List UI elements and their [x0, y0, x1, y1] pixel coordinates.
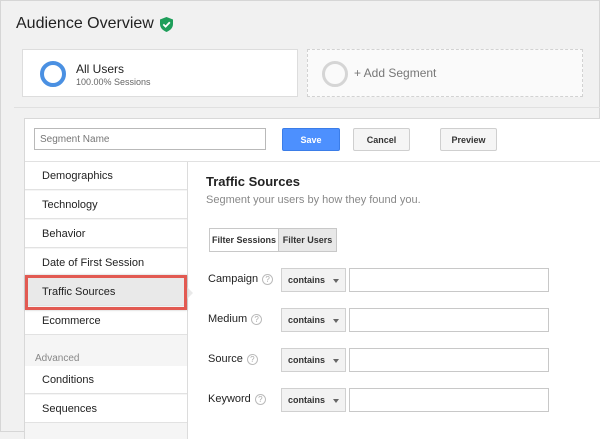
segment-editor-panel: Save Cancel Preview Demographics Technol…: [24, 118, 600, 439]
sidebar-item-behavior[interactable]: Behavior: [25, 220, 187, 248]
sidebar-item-demographics[interactable]: Demographics: [25, 162, 187, 190]
selection-arrow: [187, 287, 193, 299]
sidebar-item-date-of-first-session[interactable]: Date of First Session: [25, 249, 187, 277]
add-segment-card[interactable]: + Add Segment: [307, 49, 583, 97]
dropdown-caret-icon: [333, 399, 339, 403]
filter-label-text: Campaign: [208, 273, 259, 285]
filter-row-source: Source? contains: [206, 348, 566, 372]
filter-label-text: Keyword: [208, 393, 251, 405]
page-title: Audience Overview: [16, 15, 154, 32]
sidebar-item-sequences[interactable]: Sequences: [25, 395, 187, 423]
filter-label-text: Source: [208, 353, 243, 365]
filter-label: Medium?: [208, 313, 263, 325]
filter-label: Keyword?: [208, 393, 266, 405]
filter-row-campaign: Campaign? contains: [206, 268, 566, 292]
empty-ring-icon: [322, 61, 348, 87]
sidebar-item-ecommerce[interactable]: Ecommerce: [25, 307, 187, 335]
filter-row-medium: Medium? contains: [206, 308, 566, 332]
segment-name: All Users: [76, 62, 125, 76]
add-segment-label: + Add Segment: [354, 66, 437, 80]
content-subtitle: Segment your users by how they found you…: [206, 194, 421, 206]
filter-value-input[interactable]: [349, 348, 549, 372]
help-icon[interactable]: ?: [262, 273, 274, 285]
filter-row-keyword: Keyword? contains: [206, 388, 566, 412]
advanced-heading: Advanced: [35, 353, 80, 364]
operator-value: contains: [288, 275, 326, 285]
cancel-button[interactable]: Cancel: [353, 128, 410, 151]
operator-value: contains: [288, 315, 326, 325]
operator-dropdown[interactable]: contains: [281, 348, 346, 372]
section-divider: [14, 107, 600, 108]
filter-mode-toggle: Filter Sessions Filter Users: [209, 228, 337, 252]
operator-dropdown[interactable]: contains: [281, 268, 346, 292]
traffic-sources-highlight-box: [25, 275, 187, 310]
sidebar-item-conditions[interactable]: Conditions: [25, 366, 187, 394]
preview-button[interactable]: Preview: [440, 128, 497, 151]
filter-value-input[interactable]: [349, 388, 549, 412]
operator-value: contains: [288, 355, 326, 365]
editor-toolbar: Save Cancel Preview: [25, 119, 600, 162]
save-button[interactable]: Save: [282, 128, 340, 151]
filter-value-input[interactable]: [349, 308, 549, 332]
dropdown-caret-icon: [333, 279, 339, 283]
filter-value-input[interactable]: [349, 268, 549, 292]
help-icon[interactable]: ?: [254, 393, 266, 405]
operator-value: contains: [288, 395, 326, 405]
filter-label: Source?: [208, 353, 258, 365]
operator-dropdown[interactable]: contains: [281, 308, 346, 332]
filter-label-text: Medium: [208, 313, 248, 325]
sidebar-item-technology[interactable]: Technology: [25, 191, 187, 219]
segment-card-all-users[interactable]: All Users 100.00% Sessions: [22, 49, 298, 97]
segment-sessions: 100.00% Sessions: [76, 77, 151, 87]
filter-label: Campaign?: [208, 273, 274, 285]
verified-shield-icon: [159, 16, 173, 32]
help-icon[interactable]: ?: [251, 313, 263, 325]
content-title: Traffic Sources: [206, 174, 300, 189]
operator-dropdown[interactable]: contains: [281, 388, 346, 412]
dropdown-caret-icon: [333, 319, 339, 323]
filter-users-button[interactable]: Filter Users: [279, 228, 337, 252]
segment-name-input[interactable]: [34, 128, 266, 150]
page-title-row: Audience Overview: [16, 15, 173, 33]
help-icon[interactable]: ?: [246, 353, 258, 365]
dropdown-caret-icon: [333, 359, 339, 363]
segment-ring-icon: [40, 61, 66, 87]
filter-sessions-button[interactable]: Filter Sessions: [209, 228, 279, 252]
